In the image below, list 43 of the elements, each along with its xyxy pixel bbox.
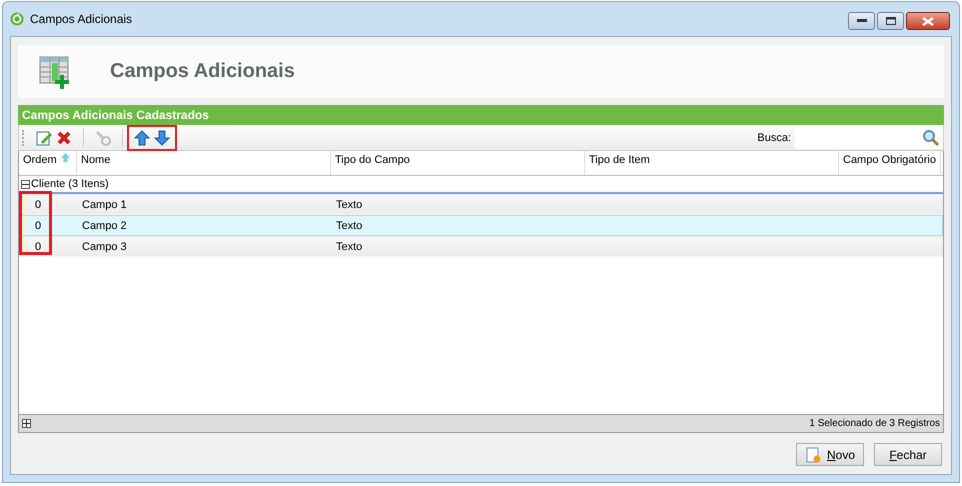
page-title: Campos Adicionais — [110, 60, 295, 83]
table-cell-text: Campo 1 — [81, 198, 128, 210]
move-down-button[interactable] — [153, 128, 171, 146]
table-cell-text: 0 — [34, 220, 42, 232]
table-cell-text: Campo 2 — [81, 220, 128, 232]
plus-icon — [23, 420, 30, 427]
table-cell-text: Texto — [335, 198, 364, 210]
search-field[interactable] — [795, 126, 943, 148]
table-cell-text: 0 — [34, 240, 42, 252]
close-button[interactable] — [906, 12, 950, 30]
expand-button[interactable] — [22, 419, 31, 428]
record-count: 1 Selecionado de 3 Registros — [809, 418, 940, 429]
collapse-button[interactable] — [21, 180, 30, 188]
edit-button[interactable] — [35, 128, 53, 146]
table-add-icon — [38, 54, 72, 88]
column-header[interactable]: Nome — [77, 151, 331, 175]
minimize-button[interactable] — [848, 12, 875, 30]
table-cell-text: Campo 3 — [81, 240, 128, 252]
maximize-icon — [886, 17, 896, 25]
close-dialog-button[interactable]: Fechar — [874, 443, 942, 466]
minimize-icon — [856, 19, 866, 23]
new-button[interactable]: Novo — [796, 443, 864, 466]
column-header[interactable]: Ordem — [19, 151, 77, 175]
app-icon — [10, 12, 24, 26]
panel-title: Campos Adicionais Cadastrados — [22, 108, 209, 122]
move-up-button[interactable] — [133, 128, 151, 146]
table-cell-text: Texto — [335, 240, 364, 252]
table-row[interactable]: 0 Campo 3 Texto — [19, 236, 943, 257]
search-icon[interactable] — [922, 128, 940, 146]
table-cell-text: 0 — [34, 198, 42, 210]
close-icon — [922, 16, 934, 26]
group-label: Cliente (3 Itens) — [31, 178, 109, 190]
table-row[interactable]: 0 Campo 1 Texto — [19, 194, 943, 215]
column-header[interactable]: Tipo de Item — [585, 151, 839, 175]
window-title: Campos Adicionais — [30, 12, 132, 26]
search-label: Busca: — [757, 132, 791, 144]
table-cell-text: Texto — [335, 220, 364, 232]
table-row[interactable]: 0 Campo 2 Texto — [19, 215, 943, 236]
column-header[interactable]: Campo Obrigatório — [839, 151, 941, 175]
maximize-button[interactable] — [877, 12, 904, 30]
column-header[interactable]: Tipo do Campo — [331, 151, 585, 175]
delete-button[interactable] — [55, 128, 73, 146]
new-document-icon — [804, 446, 821, 462]
